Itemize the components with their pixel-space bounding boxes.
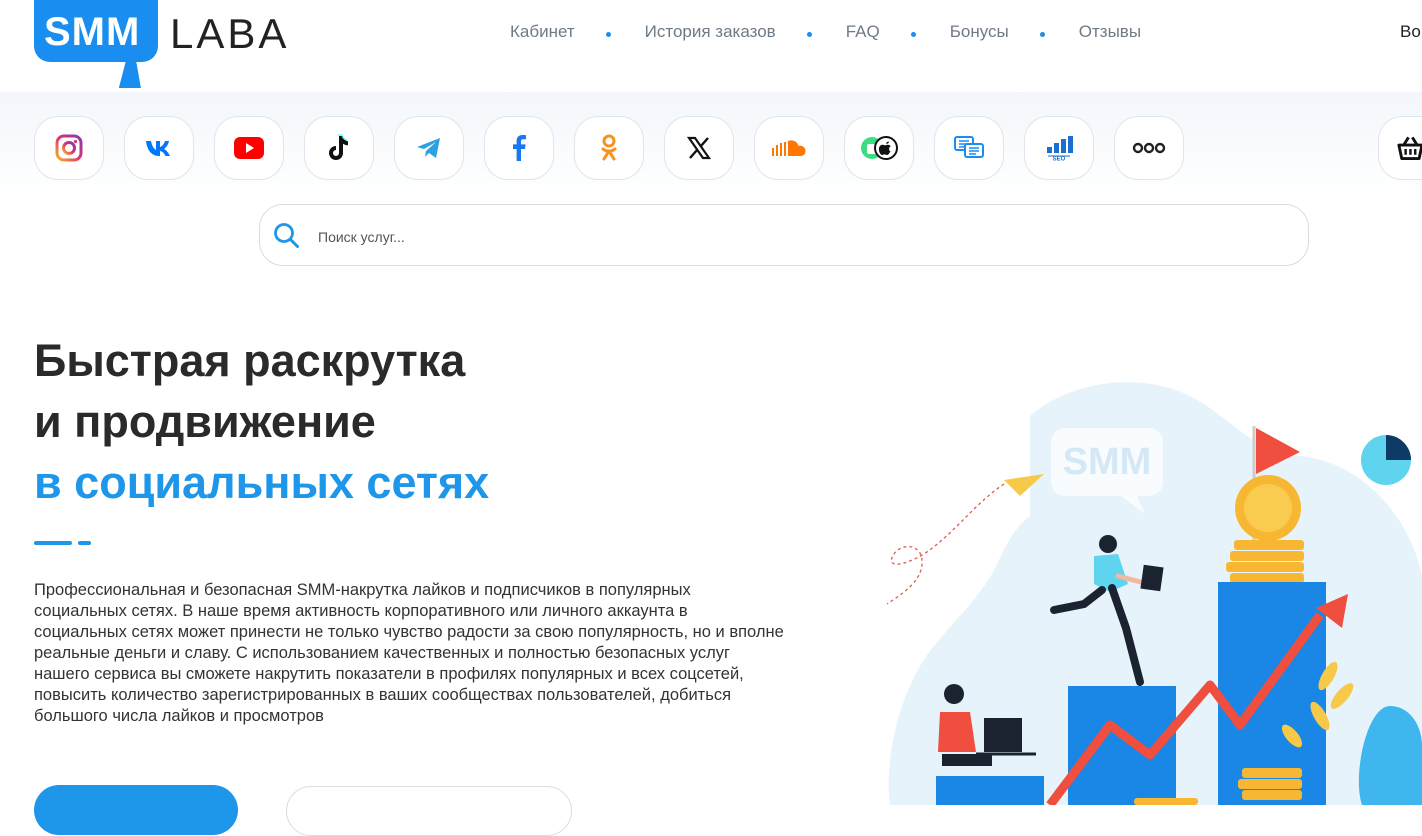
instagram-icon bbox=[55, 134, 83, 162]
nav-separator bbox=[605, 31, 611, 37]
odnoklassniki-icon bbox=[601, 134, 617, 161]
vk-icon bbox=[146, 141, 170, 156]
social-soundcloud-button[interactable] bbox=[754, 116, 824, 180]
telegram-icon bbox=[417, 138, 440, 158]
nav-separator bbox=[910, 31, 916, 37]
secondary-cta-button[interactable] bbox=[286, 786, 572, 836]
nav-item-cabinet[interactable]: Кабинет bbox=[510, 22, 575, 42]
search-icon[interactable] bbox=[272, 221, 302, 251]
hero-illustration: SMM bbox=[886, 382, 1422, 805]
cart-button[interactable] bbox=[1378, 116, 1422, 180]
social-instagram-button[interactable] bbox=[34, 116, 104, 180]
logo[interactable]: SMM LABA bbox=[34, 0, 289, 92]
facebook-icon bbox=[513, 135, 526, 161]
social-vk-button[interactable] bbox=[124, 116, 194, 180]
bar-low bbox=[936, 776, 1044, 805]
logo-text: LABA bbox=[170, 10, 290, 57]
primary-cta-button[interactable] bbox=[34, 785, 238, 835]
more-icon bbox=[1132, 142, 1166, 154]
social-android-apple-button[interactable] bbox=[844, 116, 914, 180]
nav-separator bbox=[806, 31, 812, 37]
login-link[interactable]: Во bbox=[1400, 22, 1421, 42]
nav-separator bbox=[1039, 31, 1045, 37]
svg-text:SMM: SMM bbox=[1063, 441, 1152, 483]
hero-description: Профессиональная и безопасная SMM-накрут… bbox=[34, 581, 784, 725]
social-telegram-button[interactable] bbox=[394, 116, 464, 180]
search-input[interactable] bbox=[316, 223, 1220, 251]
soundcloud-icon bbox=[772, 140, 806, 156]
messages-icon bbox=[954, 136, 984, 158]
android-apple-icon bbox=[861, 136, 898, 160]
social-more-button[interactable] bbox=[1114, 116, 1184, 180]
social-tiktok-button[interactable] bbox=[304, 116, 374, 180]
nav-item-faq[interactable]: FAQ bbox=[846, 22, 880, 42]
hero-title-line1: Быстрая раскрутка bbox=[34, 335, 466, 386]
pie-chart-icon bbox=[1361, 435, 1411, 485]
site-header: SMM LABA Кабинет История заказов FAQ Бон… bbox=[0, 0, 1422, 92]
logo-box-text: SMM bbox=[44, 10, 141, 54]
x-icon bbox=[687, 136, 711, 160]
nav-item-order-history[interactable]: История заказов bbox=[645, 22, 776, 42]
nav-item-bonuses[interactable]: Бонусы bbox=[950, 22, 1009, 42]
seo-icon: SEO bbox=[1047, 136, 1073, 162]
youtube-icon bbox=[234, 137, 264, 159]
social-x-button[interactable] bbox=[664, 116, 734, 180]
logo-bubble: SMM bbox=[34, 0, 158, 62]
nav-item-reviews[interactable]: Отзывы bbox=[1079, 22, 1141, 42]
svg-text:SEO: SEO bbox=[1053, 157, 1066, 162]
tiktok-icon bbox=[329, 134, 348, 160]
social-messages-button[interactable] bbox=[934, 116, 1004, 180]
social-facebook-button[interactable] bbox=[484, 116, 554, 180]
hero-title-line3: в социальных сетях bbox=[34, 457, 490, 508]
hero-title-line2: и продвижение bbox=[34, 396, 376, 447]
social-youtube-button[interactable] bbox=[214, 116, 284, 180]
basket-icon bbox=[1397, 136, 1422, 161]
search-bar bbox=[259, 204, 1309, 266]
social-odnoklassniki-button[interactable] bbox=[574, 116, 644, 180]
hero-title: Быстрая раскрутка и продвижение в социал… bbox=[34, 330, 489, 513]
social-seo-button[interactable]: SEO bbox=[1024, 116, 1094, 180]
main-nav: Кабинет История заказов FAQ Бонусы Отзыв… bbox=[510, 22, 1141, 42]
